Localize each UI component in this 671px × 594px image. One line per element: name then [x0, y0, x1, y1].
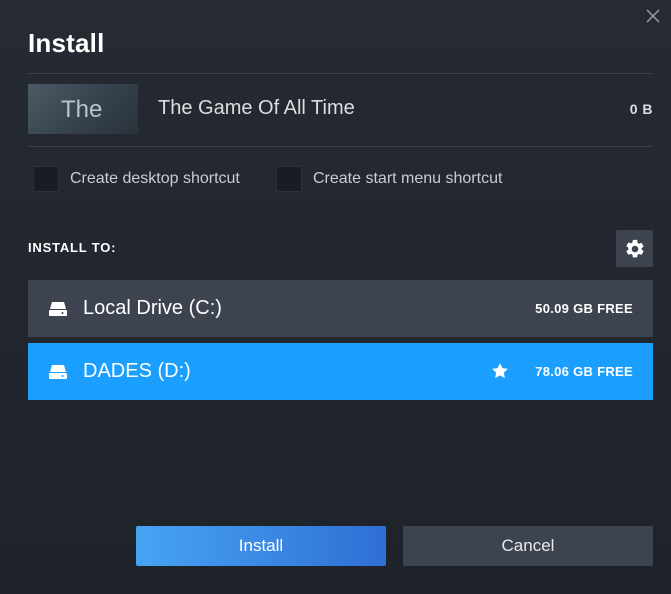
game-row: The The Game Of All Time 0 B — [28, 84, 653, 134]
install-button[interactable]: Install — [136, 526, 386, 566]
drive-name: DADES (D:) — [83, 360, 191, 382]
install-to-label: INSTALL TO: — [28, 240, 117, 255]
storage-settings-button[interactable] — [616, 230, 653, 267]
game-size: 0 B — [629, 101, 653, 117]
game-thumbnail-text: The — [61, 96, 103, 123]
drive-option-d[interactable]: DADES (D:) 78.06 GB FREE — [28, 343, 653, 400]
drive-name: Local Drive (C:) — [83, 297, 222, 319]
desktop-shortcut-checkbox[interactable] — [33, 166, 59, 192]
start-menu-shortcut-label: Create start menu shortcut — [313, 170, 503, 187]
gear-icon — [625, 239, 644, 257]
title-divider — [28, 73, 653, 74]
drive-icon — [49, 302, 67, 316]
dialog-title: Install — [28, 28, 105, 58]
game-thumbnail: The — [28, 84, 138, 134]
drive-icon — [49, 365, 67, 379]
star-icon — [492, 363, 508, 379]
cancel-button[interactable]: Cancel — [403, 526, 653, 566]
desktop-shortcut-label: Create desktop shortcut — [70, 170, 240, 187]
start-menu-shortcut-checkbox[interactable] — [276, 166, 302, 192]
drive-free-space: 78.06 GB FREE — [535, 364, 633, 379]
desktop-shortcut-option[interactable]: Create desktop shortcut — [33, 164, 240, 194]
close-button[interactable] — [643, 6, 663, 26]
install-dialog: Install The The Game Of All Time 0 B Cre… — [0, 0, 671, 594]
drive-free-space: 50.09 GB FREE — [535, 301, 633, 316]
drive-option-c[interactable]: Local Drive (C:) 50.09 GB FREE — [28, 280, 653, 337]
game-name: The Game Of All Time — [158, 97, 355, 119]
start-menu-shortcut-option[interactable]: Create start menu shortcut — [276, 164, 502, 194]
game-divider — [28, 146, 653, 147]
close-icon — [646, 9, 660, 23]
